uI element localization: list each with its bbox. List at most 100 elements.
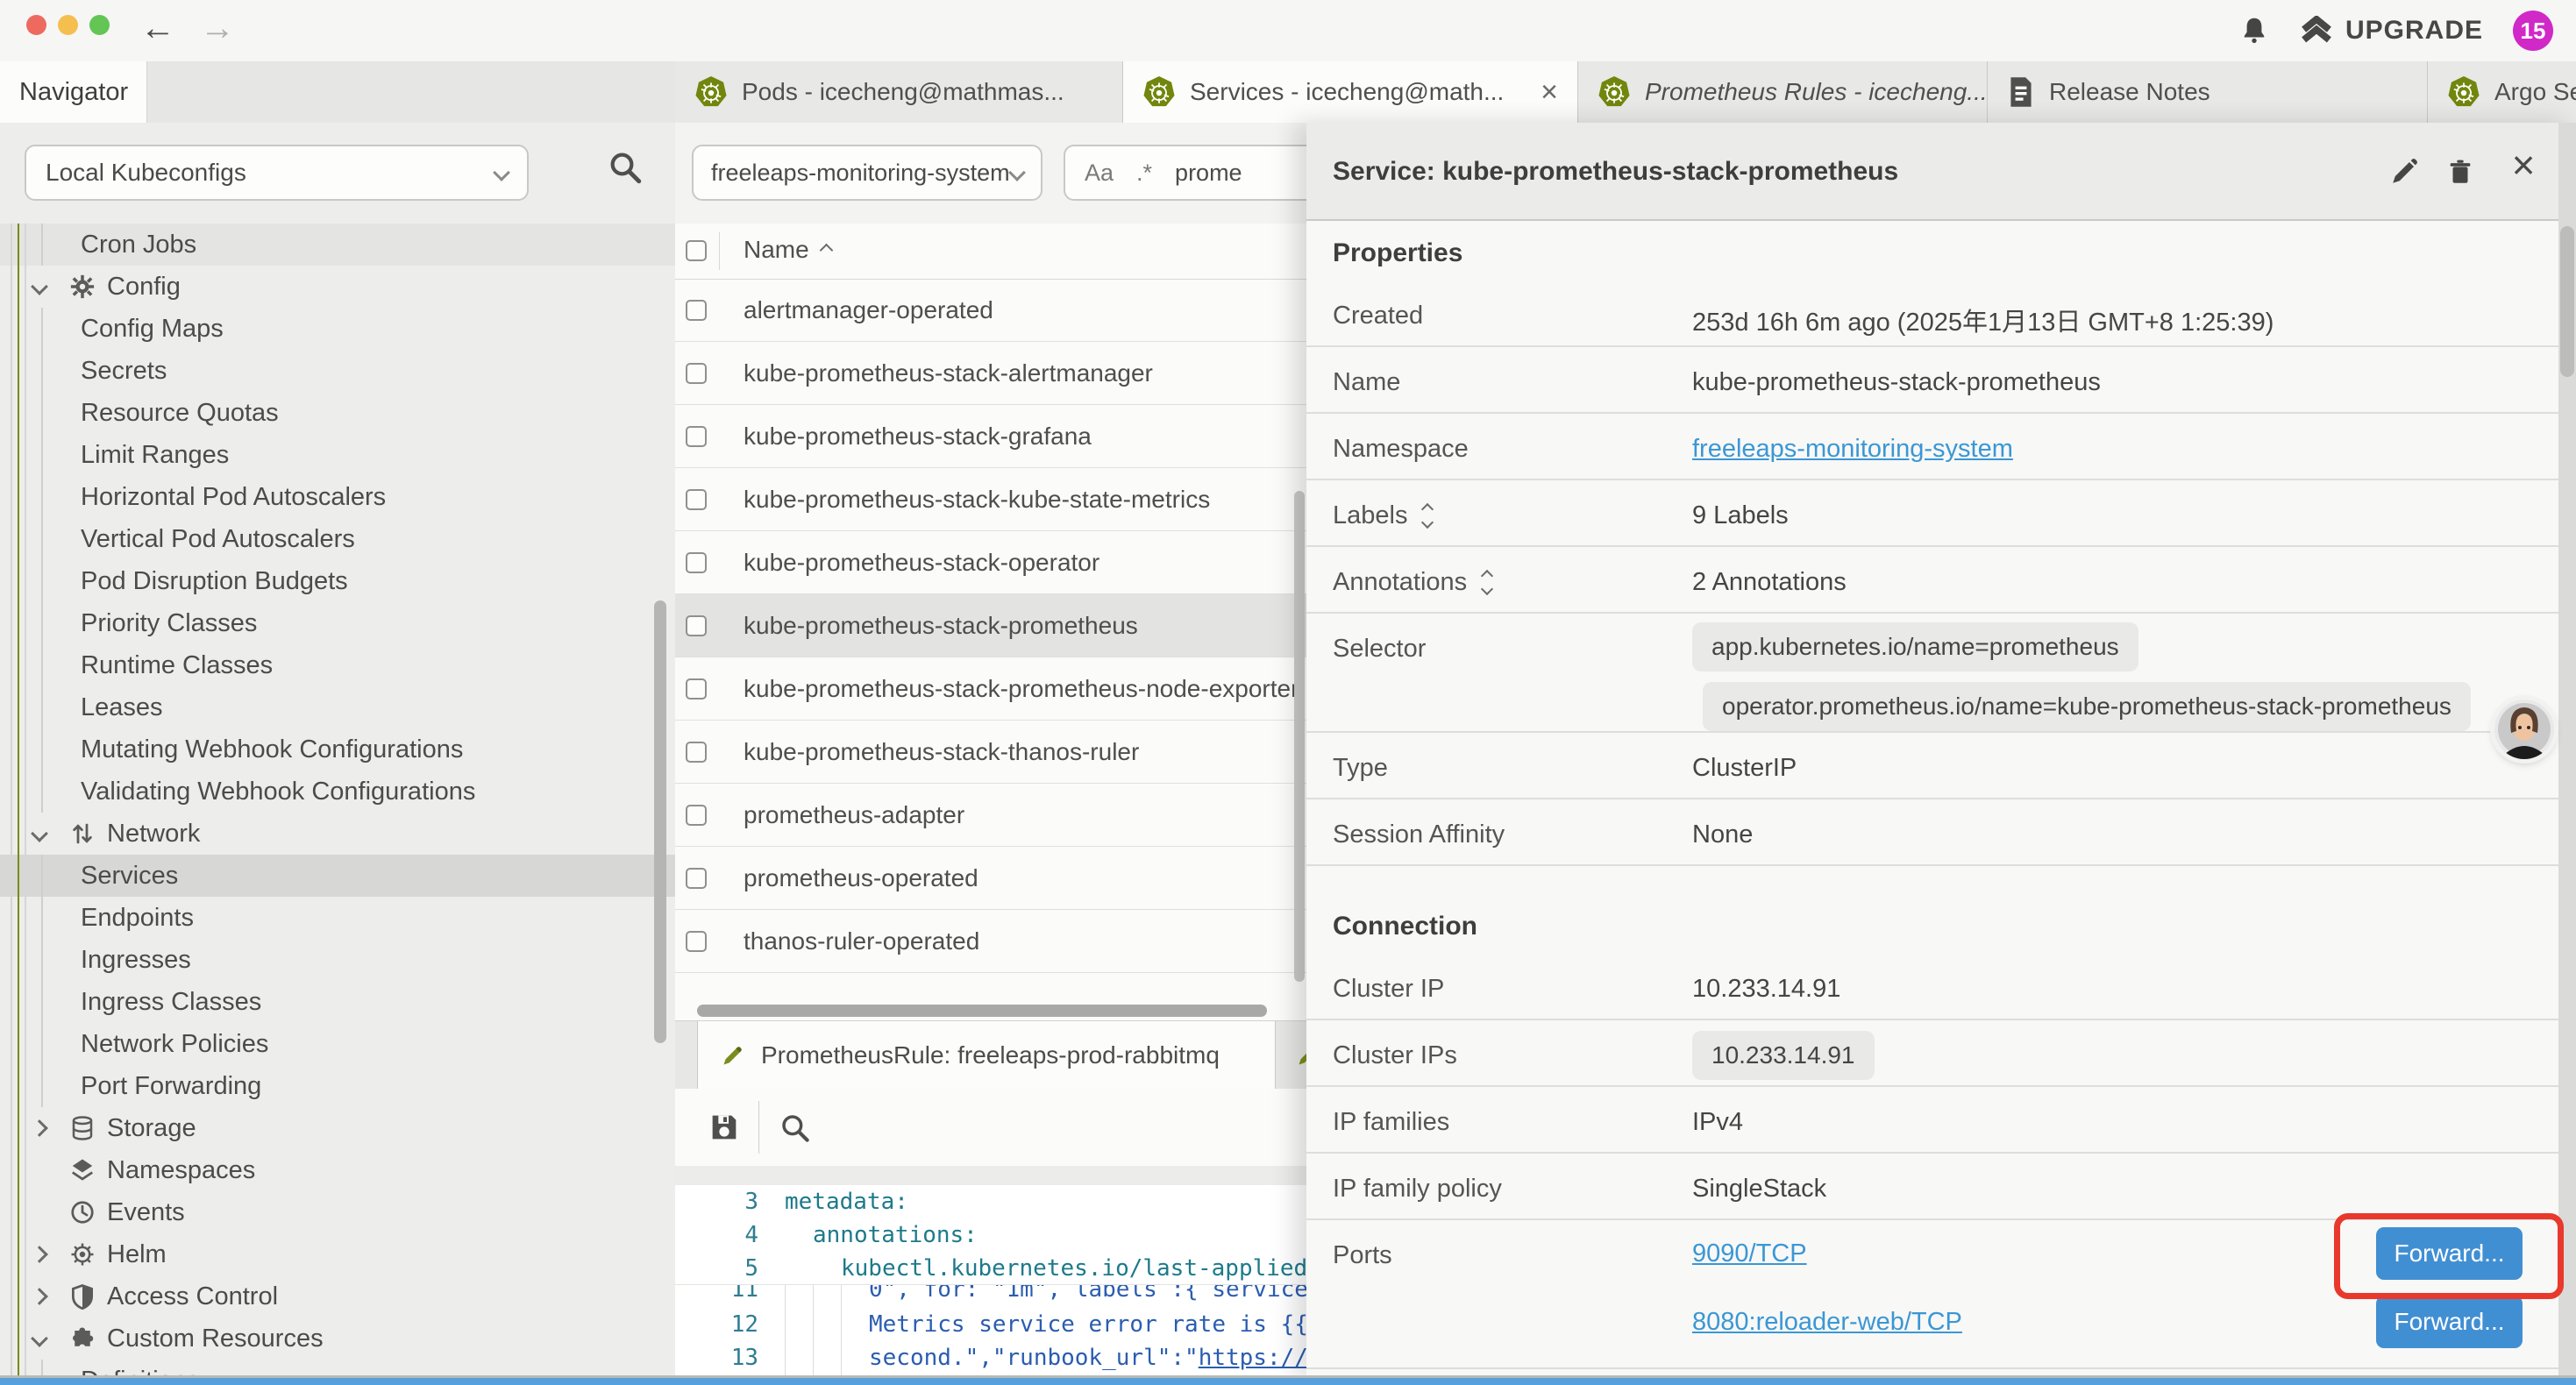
table-row-kube-prometheus-stack-grafana[interactable]: kube-prometheus-stack-grafana <box>675 405 1306 468</box>
sort-toggle-icon[interactable] <box>1423 505 1432 527</box>
upgrade-button[interactable]: UPGRADE <box>2300 16 2483 46</box>
regex-toggle[interactable]: .* <box>1136 160 1152 187</box>
table-row-kube-prometheus-stack-alertmanager[interactable]: kube-prometheus-stack-alertmanager <box>675 342 1306 405</box>
detail-scrollbar-track[interactable] <box>2558 123 2576 1378</box>
sidebar-item-pod-disruption-budgets[interactable]: Pod Disruption Budgets <box>0 560 675 602</box>
indent-guide <box>25 644 26 686</box>
select-all-checkbox[interactable] <box>686 240 707 261</box>
detail-scrollbar-thumb[interactable] <box>2560 226 2574 377</box>
name-column-header[interactable]: Name <box>744 236 831 264</box>
list-controls: freeleaps-monitoring-system Aa .* prome <box>675 123 1306 224</box>
row-checkbox[interactable] <box>686 363 707 384</box>
row-checkbox[interactable] <box>686 426 707 447</box>
traffic-zoom-icon[interactable] <box>89 15 110 35</box>
edit-pencil-icon[interactable] <box>2387 154 2422 189</box>
sidebar-item-custom-resources[interactable]: Custom Resources <box>0 1318 675 1360</box>
back-arrow-icon[interactable]: ← <box>140 7 175 49</box>
tab-argo-se[interactable]: Argo Se <box>2428 61 2576 123</box>
sidebar-item-access-control[interactable]: Access Control <box>0 1275 675 1318</box>
port-link[interactable]: 9090/TCP <box>1692 1239 1807 1268</box>
sidebar-item-endpoints[interactable]: Endpoints <box>0 897 675 939</box>
editor-tab-prometheusrule[interactable]: PrometheusRule: freeleaps-prod-rabbitmq <box>697 1021 1276 1090</box>
close-icon[interactable]: × <box>2506 147 2541 182</box>
row-checkbox[interactable] <box>686 552 707 573</box>
yaml-editor[interactable]: 3metadata:4annotations:5kubectl.kubernet… <box>675 1185 1306 1385</box>
sidebar-item-cron-jobs[interactable]: Cron Jobs <box>0 224 675 266</box>
sidebar-item-secrets[interactable]: Secrets <box>0 350 675 392</box>
table-row-kube-prometheus-stack-kube-state-metrics[interactable]: kube-prometheus-stack-kube-state-metrics <box>675 468 1306 531</box>
sidebar-item-services[interactable]: Services <box>0 855 675 897</box>
trash-icon[interactable] <box>2443 154 2478 189</box>
row-checkbox[interactable] <box>686 489 707 510</box>
sidebar-item-priority-classes[interactable]: Priority Classes <box>0 602 675 644</box>
filter-input[interactable]: Aa .* prome <box>1064 145 1306 201</box>
tab-prometheus-rules-icecheng[interactable]: Prometheus Rules - icecheng... <box>1578 61 1988 123</box>
sidebar-item-network-policies[interactable]: Network Policies <box>0 1023 675 1065</box>
tab-navigator[interactable]: Navigator <box>0 61 147 123</box>
sidebar-item-storage[interactable]: Storage <box>0 1107 675 1149</box>
sidebar-item-horizontal-pod-autoscalers[interactable]: Horizontal Pod Autoscalers <box>0 476 675 518</box>
row-checkbox[interactable] <box>686 615 707 636</box>
forward-arrow-icon[interactable]: → <box>200 7 235 49</box>
editor-tab-bar: PrometheusRule: freeleaps-prod-rabbitmq <box>675 1020 1306 1090</box>
row-checkbox[interactable] <box>686 868 707 889</box>
row-checkbox[interactable] <box>686 678 707 700</box>
table-row-kube-prometheus-stack-prometheus[interactable]: kube-prometheus-stack-prometheus <box>675 594 1306 657</box>
port-link[interactable]: 8080:reloader-web/TCP <box>1692 1308 1962 1336</box>
sidebar-item-namespaces[interactable]: Namespaces <box>0 1149 675 1191</box>
table-row-alertmanager-operated[interactable]: alertmanager-operated <box>675 279 1306 342</box>
indent-guide <box>41 939 43 981</box>
sidebar-item-leases[interactable]: Leases <box>0 686 675 728</box>
tab-services-icecheng-math[interactable]: Services - icecheng@math...× <box>1123 61 1578 123</box>
bell-icon[interactable] <box>2238 15 2270 46</box>
sidebar-item-runtime-classes[interactable]: Runtime Classes <box>0 644 675 686</box>
row-checkbox[interactable] <box>686 931 707 952</box>
traffic-minimize-icon[interactable] <box>58 15 78 35</box>
save-icon[interactable] <box>707 1110 742 1145</box>
yaml-link[interactable]: https://net <box>1199 1345 1306 1371</box>
sidebar-item-limit-ranges[interactable]: Limit Ranges <box>0 434 675 476</box>
sidebar-item-mutating-webhook-configurations[interactable]: Mutating Webhook Configurations <box>0 728 675 771</box>
table-row-kube-prometheus-stack-prometheus-node-exporter[interactable]: kube-prometheus-stack-prometheus-node-ex… <box>675 657 1306 721</box>
sidebar-item-resource-quotas[interactable]: Resource Quotas <box>0 392 675 434</box>
sidebar-item-network[interactable]: Network <box>0 813 675 855</box>
table-row-prometheus-adapter[interactable]: prometheus-adapter <box>675 784 1306 847</box>
indent-guide-accent <box>18 1149 19 1191</box>
detail-row-ports: Ports9090/TCPForward...8080:reloader-web… <box>1306 1220 2576 1369</box>
namespace-select[interactable]: freeleaps-monitoring-system <box>692 145 1042 201</box>
avatar[interactable] <box>2494 700 2554 759</box>
table-scrollbar-thumb[interactable] <box>1294 491 1305 982</box>
table-hscrollbar-thumb[interactable] <box>697 1005 1267 1017</box>
namespace-link[interactable]: freeleaps-monitoring-system <box>1692 435 2013 463</box>
sidebar-item-vertical-pod-autoscalers[interactable]: Vertical Pod Autoscalers <box>0 518 675 560</box>
search-icon[interactable] <box>779 1112 812 1145</box>
indent-guide <box>41 897 43 939</box>
notification-count-badge[interactable]: 15 <box>2513 11 2553 51</box>
row-checkbox[interactable] <box>686 742 707 763</box>
table-row-prometheus-operated[interactable]: prometheus-operated <box>675 847 1306 910</box>
sidebar-item-validating-webhook-configurations[interactable]: Validating Webhook Configurations <box>0 771 675 813</box>
sidebar-item-port-forwarding[interactable]: Port Forwarding <box>0 1065 675 1107</box>
sidebar-item-config[interactable]: Config <box>0 266 675 308</box>
tab-release-notes[interactable]: Release Notes <box>1988 61 2428 123</box>
editor-tab-partial[interactable] <box>1282 1021 1306 1090</box>
sidebar-item-config-maps[interactable]: Config Maps <box>0 308 675 350</box>
traffic-close-icon[interactable] <box>26 15 46 35</box>
forward-button[interactable]: Forward... <box>2376 1296 2523 1348</box>
search-icon[interactable] <box>607 149 644 186</box>
table-row-thanos-ruler-operated[interactable]: thanos-ruler-operated <box>675 910 1306 973</box>
kubeconfig-select[interactable]: Local Kubeconfigs <box>25 145 529 201</box>
row-checkbox[interactable] <box>686 300 707 321</box>
row-checkbox[interactable] <box>686 805 707 826</box>
sidebar-item-ingress-classes[interactable]: Ingress Classes <box>0 981 675 1023</box>
sort-toggle-icon[interactable] <box>1483 572 1491 593</box>
table-row-kube-prometheus-stack-thanos-ruler[interactable]: kube-prometheus-stack-thanos-ruler <box>675 721 1306 784</box>
sidebar-scrollbar-thumb[interactable] <box>654 600 666 1043</box>
sidebar-item-helm[interactable]: Helm <box>0 1233 675 1275</box>
table-row-kube-prometheus-stack-operator[interactable]: kube-prometheus-stack-operator <box>675 531 1306 594</box>
sidebar-item-events[interactable]: Events <box>0 1191 675 1233</box>
tab-pods-icecheng-mathmas[interactable]: Pods - icecheng@mathmas... <box>675 61 1123 123</box>
close-tab-icon[interactable]: × <box>1541 79 1558 105</box>
match-case-toggle[interactable]: Aa <box>1085 160 1114 187</box>
sidebar-item-ingresses[interactable]: Ingresses <box>0 939 675 981</box>
